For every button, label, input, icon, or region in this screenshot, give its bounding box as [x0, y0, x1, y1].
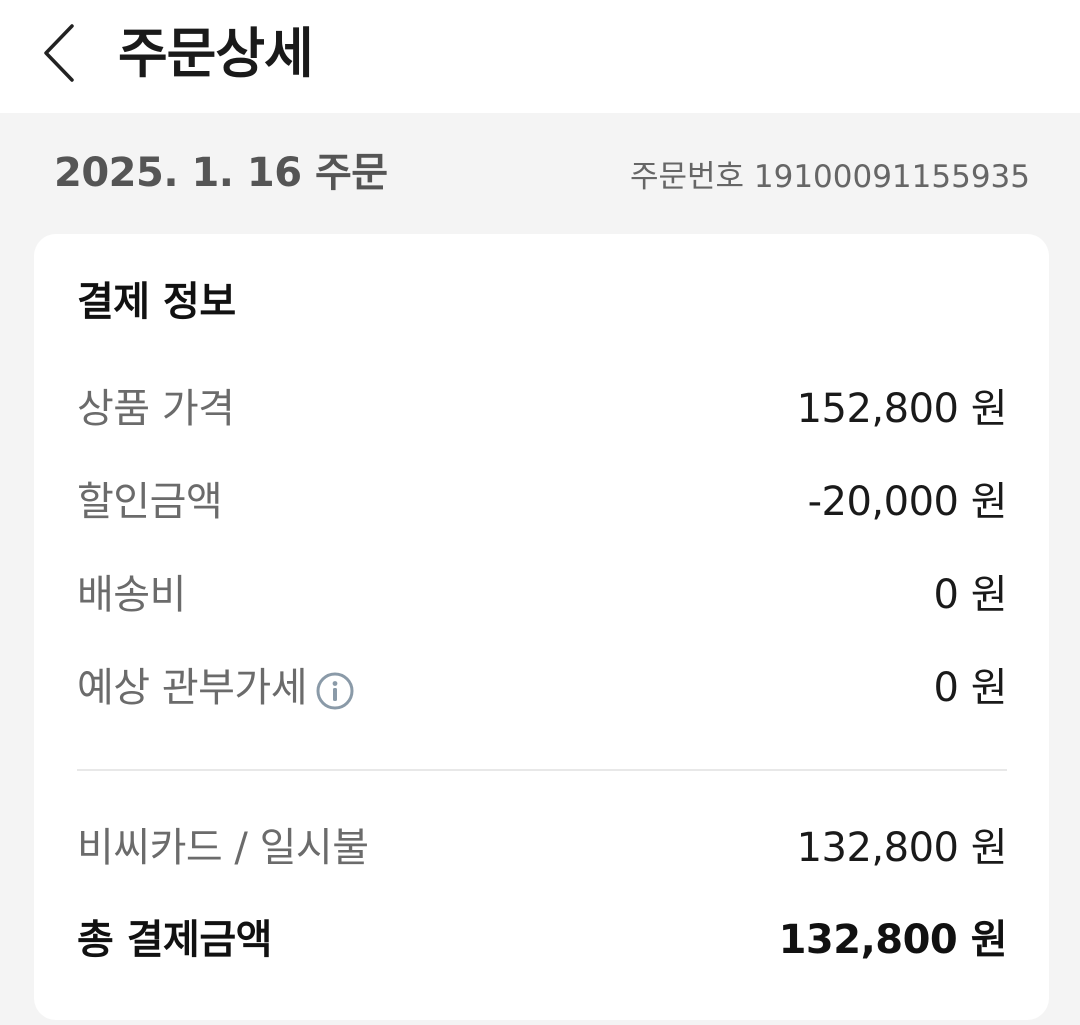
shipping-value: 0 원 — [933, 572, 1008, 618]
customs-duty-label-wrap: 예상 관부가세 — [77, 658, 355, 718]
row-payment-method: 비씨카드 / 일시불 132,800 원 — [77, 818, 1008, 878]
app-header: 주문상세 — [0, 0, 1080, 113]
discount-value: -20,000 원 — [807, 479, 1008, 525]
back-button[interactable] — [34, 20, 90, 86]
product-price-value: 152,800 원 — [796, 386, 1008, 432]
total-value: 132,800 원 — [778, 917, 1008, 963]
payment-method-label: 비씨카드 / 일시불 — [77, 825, 369, 871]
total-label: 총 결제금액 — [77, 917, 272, 963]
product-price-label: 상품 가격 — [77, 386, 235, 432]
order-number: 주문번호 19100091155935 — [629, 159, 1030, 195]
row-customs-duty: 예상 관부가세 0 원 — [77, 658, 1008, 718]
chevron-left-icon — [44, 24, 74, 82]
discount-label: 할인금액 — [77, 479, 223, 525]
row-shipping: 배송비 0 원 — [77, 565, 1008, 625]
info-icon[interactable] — [315, 668, 355, 710]
divider — [77, 769, 1007, 771]
page-title: 주문상세 — [118, 22, 314, 85]
shipping-label: 배송비 — [77, 572, 186, 618]
row-discount: 할인금액 -20,000 원 — [77, 472, 1008, 532]
order-summary-bar: 2025. 1. 16 주문 주문번호 19100091155935 — [0, 113, 1080, 234]
row-total: 총 결제금액 132,800 원 — [77, 910, 1008, 970]
order-date: 2025. 1. 16 주문 — [54, 150, 388, 196]
payment-info-card: 결제 정보 상품 가격 152,800 원 할인금액 -20,000 원 배송비… — [34, 234, 1049, 1020]
payment-info-title: 결제 정보 — [77, 279, 236, 325]
customs-duty-label: 예상 관부가세 — [77, 665, 308, 711]
customs-duty-value: 0 원 — [933, 665, 1008, 711]
payment-method-value: 132,800 원 — [796, 825, 1008, 871]
row-product-price: 상품 가격 152,800 원 — [77, 379, 1008, 439]
